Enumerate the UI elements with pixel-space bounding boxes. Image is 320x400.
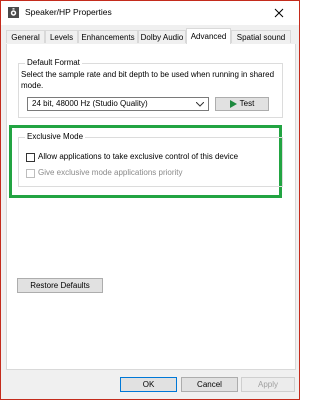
allow-exclusive-checkbox[interactable] xyxy=(26,153,35,162)
close-icon xyxy=(274,8,284,18)
selected-format: 24 bit, 48000 Hz (Studio Quality) xyxy=(32,99,148,108)
format-dropdown[interactable]: 24 bit, 48000 Hz (Studio Quality) xyxy=(27,97,209,111)
default-format-title: Default Format xyxy=(25,58,82,67)
tab-strip: General Levels Enhancements Dolby Audio … xyxy=(6,28,296,45)
speaker-icon xyxy=(8,7,19,18)
close-button[interactable] xyxy=(259,1,299,25)
restore-defaults-button[interactable]: Restore Defaults xyxy=(17,278,103,293)
tab-advanced[interactable]: Advanced xyxy=(186,28,231,44)
default-format-description: Select the sample rate and bit depth to … xyxy=(21,70,275,90)
cancel-button[interactable]: Cancel xyxy=(181,377,238,392)
exclusive-mode-title: Exclusive Mode xyxy=(25,132,86,141)
play-icon xyxy=(229,99,237,108)
exclusive-priority-checkbox[interactable] xyxy=(26,169,35,178)
window-title: Speaker/HP Properties xyxy=(25,7,112,17)
chevron-down-icon xyxy=(196,102,204,107)
title-bar: Speaker/HP Properties xyxy=(1,1,299,25)
tab-levels[interactable]: Levels xyxy=(45,30,78,43)
exclusive-priority-label: Give exclusive mode applications priorit… xyxy=(38,168,183,177)
exclusive-mode-group: Exclusive Mode xyxy=(18,132,283,187)
ok-button[interactable]: OK xyxy=(120,377,177,392)
tab-enhancements[interactable]: Enhancements xyxy=(78,30,138,43)
apply-button[interactable]: Apply xyxy=(241,377,295,392)
allow-exclusive-label: Allow applications to take exclusive con… xyxy=(38,152,239,161)
tab-spatial-sound[interactable]: Spatial sound xyxy=(231,30,291,43)
tab-dolby-audio[interactable]: Dolby Audio xyxy=(138,30,186,43)
test-button-label: Test xyxy=(239,99,255,108)
dialog-footer: OK Cancel Apply xyxy=(1,371,299,399)
test-button[interactable]: Test xyxy=(215,97,269,111)
properties-window: Speaker/HP Properties General Levels Enh… xyxy=(0,0,300,400)
tab-general[interactable]: General xyxy=(6,30,45,43)
